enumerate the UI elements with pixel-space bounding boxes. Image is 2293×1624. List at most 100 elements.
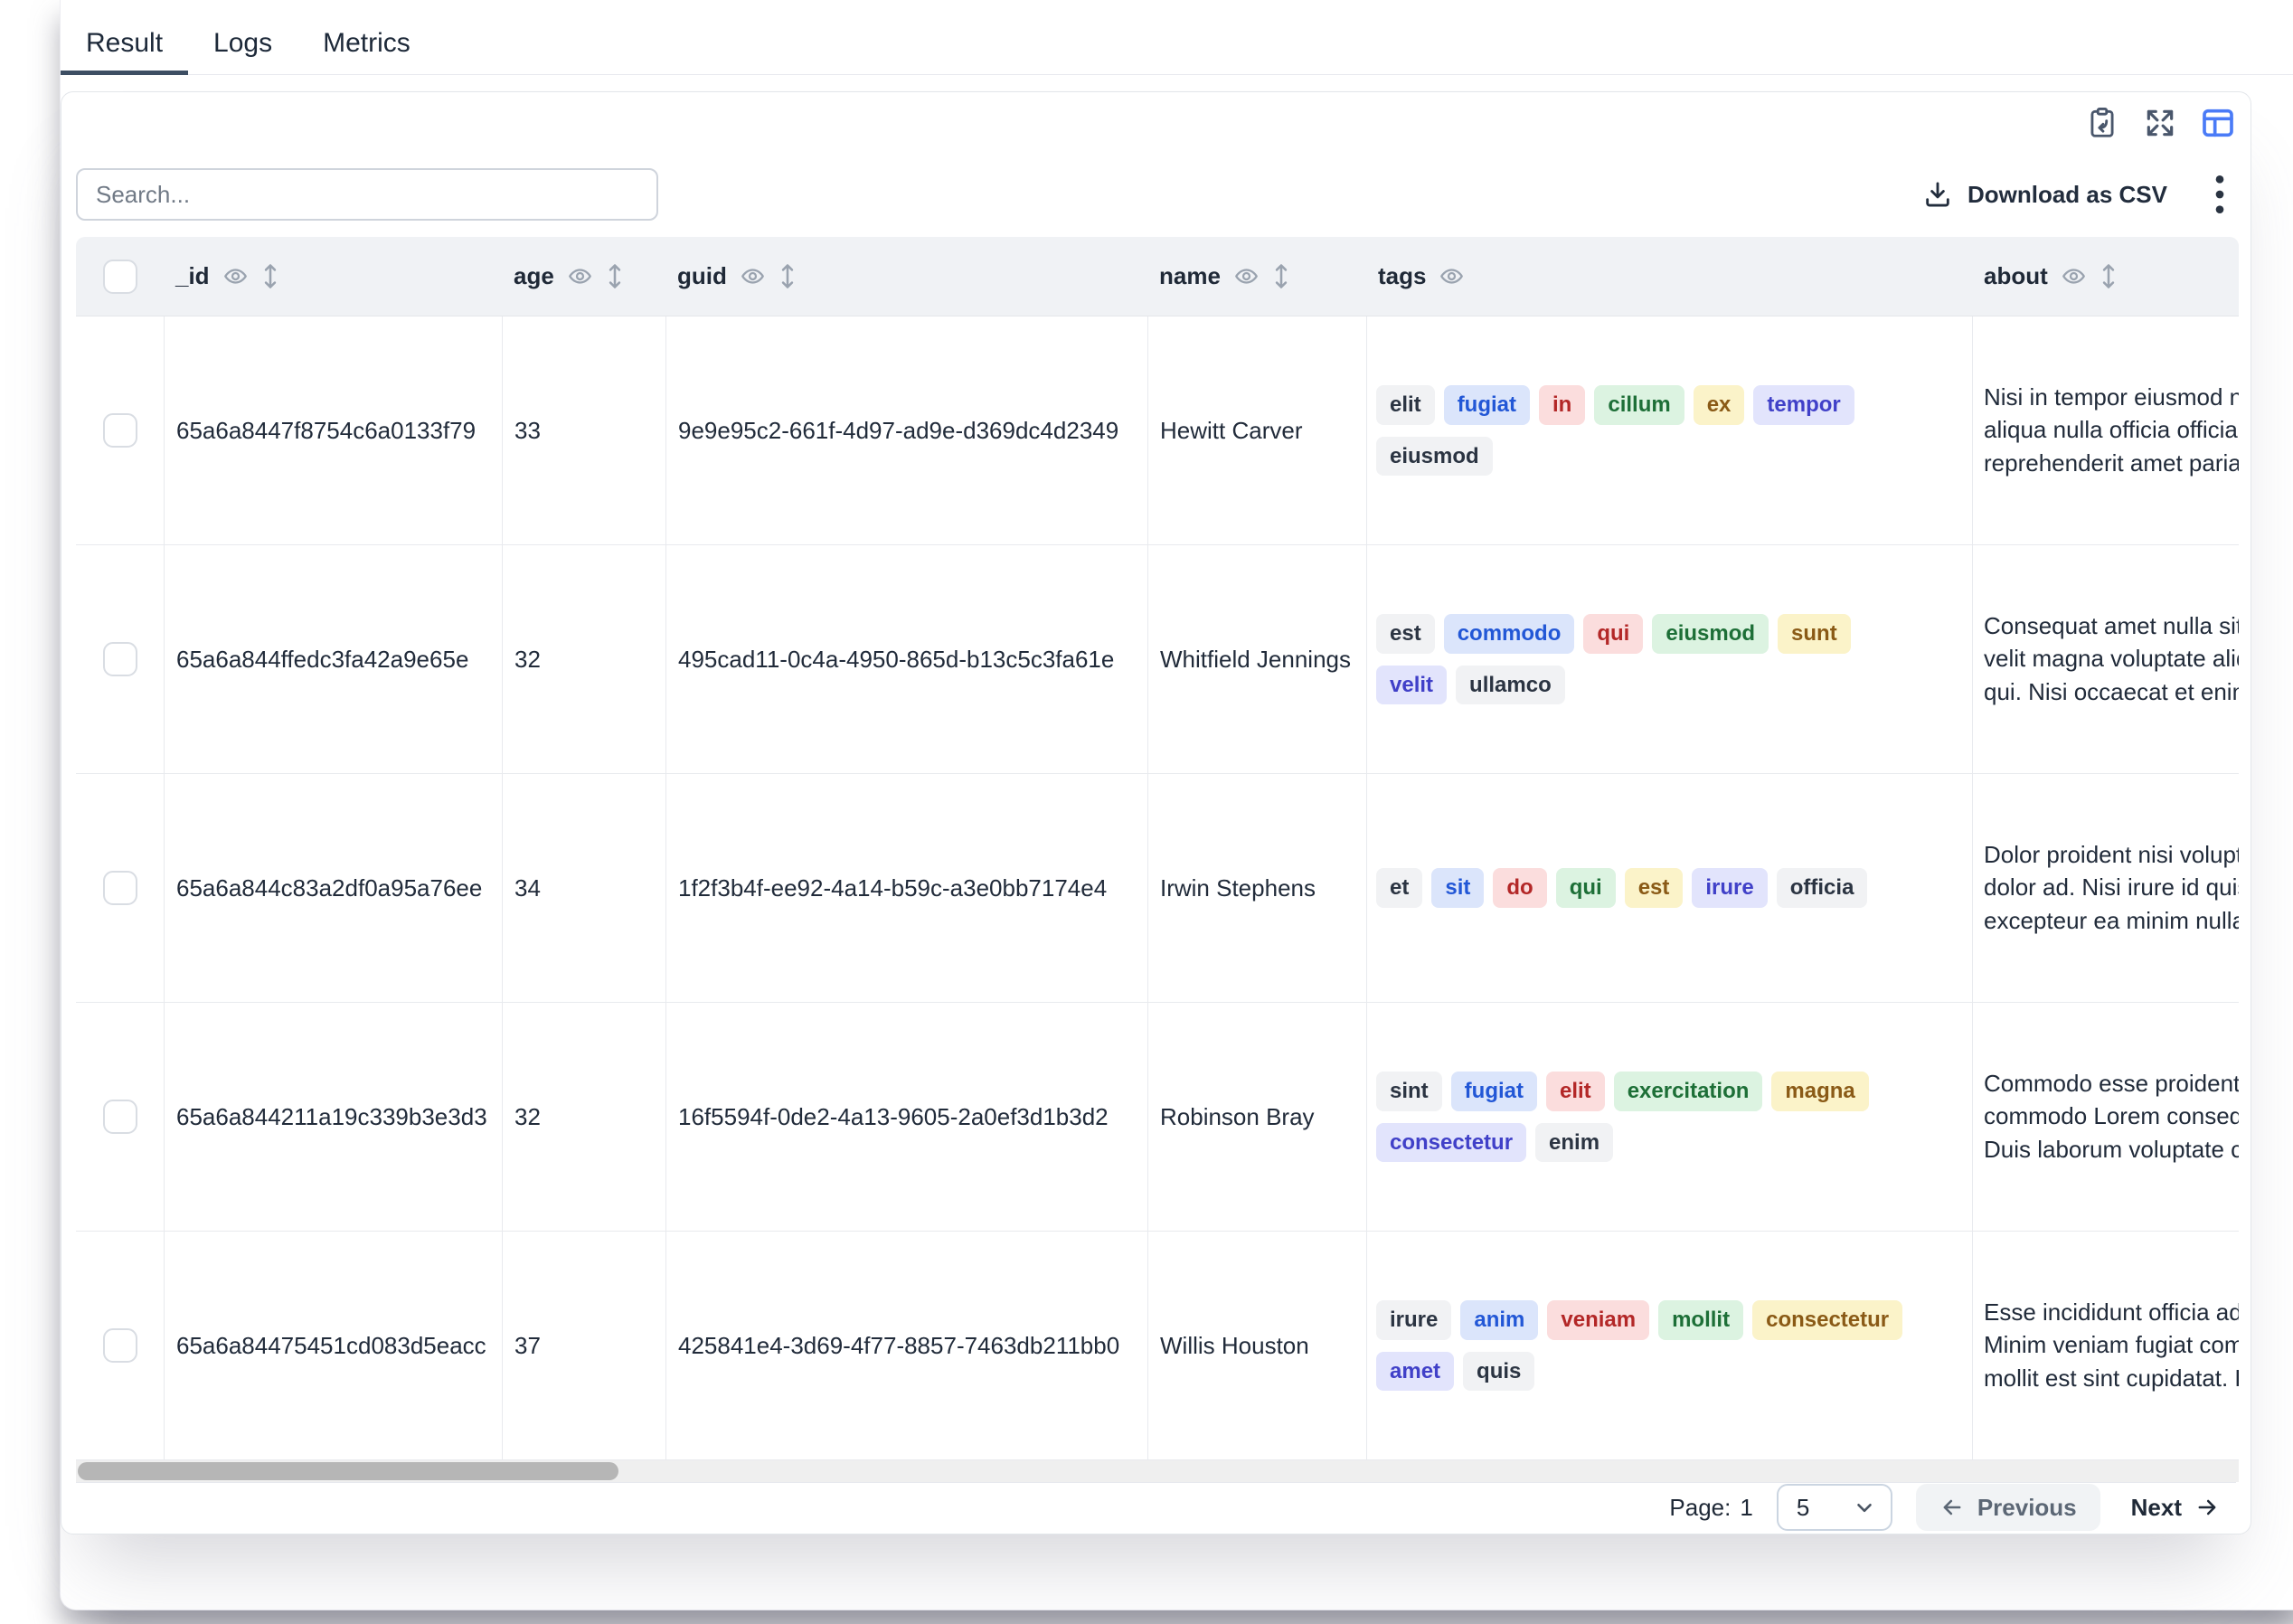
download-icon <box>1922 179 1953 210</box>
sort-icon[interactable] <box>778 262 797 290</box>
cell-value-age: 33 <box>514 417 541 445</box>
row-checkbox[interactable] <box>103 642 137 676</box>
tag-pill: velit <box>1376 666 1447 705</box>
tag-pill: sunt <box>1778 614 1851 654</box>
page-number: 1 <box>1740 1494 1752 1522</box>
cell-_id: 65a6a84475451cd083d5eacc <box>165 1232 503 1459</box>
tag-pill: fugiat <box>1444 385 1530 425</box>
tag-pill: commodo <box>1444 614 1575 654</box>
table-header-row: _idageguidnametagsabout <box>76 237 2239 316</box>
about-text-line: velit magna voluptate aliqu <box>1984 645 2239 673</box>
pagination-bar: Page: 1 5 Previous Next <box>76 1482 2236 1532</box>
table-row: 65a6a844ffedc3fa42a9e65e32495cad11-0c4a-… <box>76 545 2239 774</box>
copy-response-icon[interactable] <box>2084 105 2120 141</box>
sort-icon[interactable] <box>606 262 624 290</box>
visibility-eye-icon[interactable] <box>1234 264 1259 288</box>
tag-pill: ex <box>1694 385 1745 425</box>
header-cell-tags: tags <box>1367 237 1973 316</box>
cell-value-guid: 16f5594f-0de2-4a13-9605-2a0ef3d1b3d2 <box>678 1103 1109 1131</box>
tag-pill: exercitation <box>1614 1072 1763 1111</box>
page-size-select[interactable]: 5 <box>1777 1484 1892 1531</box>
about-text-line: Consequat amet nulla sit au <box>1984 612 2239 640</box>
cell-value-age: 32 <box>514 1103 541 1131</box>
cell-value-guid: 425841e4-3d69-4f77-8857-7463db211bb0 <box>678 1332 1119 1360</box>
cell-value-name: Hewitt Carver <box>1160 417 1302 445</box>
visibility-eye-icon[interactable] <box>2062 264 2086 288</box>
about-text-line: Duis laborum voluptate cor <box>1984 1136 2239 1164</box>
tag-line: consecteturenim <box>1376 1123 1613 1163</box>
column-label-name: name <box>1159 262 1221 290</box>
result-table: _idageguidnametagsabout 65a6a8447f8754c6… <box>76 237 2239 1460</box>
next-page-button[interactable]: Next <box>2124 1494 2227 1522</box>
tag-line: elitfugiatincillumextempor <box>1376 385 1854 425</box>
cell-select <box>76 774 165 1002</box>
tag-pill: sint <box>1376 1072 1442 1111</box>
search-input[interactable] <box>76 168 658 221</box>
header-cell-_id: _id <box>165 237 503 316</box>
tag-pill: eiusmod <box>1652 614 1769 654</box>
previous-label: Previous <box>1977 1494 2077 1522</box>
cell-age: 37 <box>503 1232 666 1459</box>
tag-pill: enim <box>1535 1123 1613 1163</box>
cell-select <box>76 316 165 544</box>
tab-result[interactable]: Result <box>61 0 188 75</box>
tag-pill: amet <box>1376 1352 1454 1392</box>
cell-_id: 65a6a844c83a2df0a95a76ee <box>165 774 503 1002</box>
cell-value-age: 32 <box>514 646 541 674</box>
about-text-line: Dolor proident nisi voluptat <box>1984 841 2239 869</box>
visibility-eye-icon[interactable] <box>1439 264 1464 288</box>
cell-name: Willis Houston <box>1148 1232 1367 1459</box>
cell-value-name: Robinson Bray <box>1160 1103 1315 1131</box>
cell-about: Dolor proident nisi voluptatdolor ad. Ni… <box>1973 774 2239 1002</box>
cell-age: 33 <box>503 316 666 544</box>
page-indicator: Page: 1 <box>1669 1494 1752 1522</box>
row-checkbox[interactable] <box>103 1328 137 1363</box>
table-view-icon[interactable] <box>2200 105 2236 141</box>
row-checkbox[interactable] <box>103 413 137 448</box>
visibility-eye-icon[interactable] <box>568 264 592 288</box>
download-csv-button[interactable]: Download as CSV <box>1922 179 2167 210</box>
tag-pill: consectetur <box>1752 1300 1902 1340</box>
cell-value-age: 37 <box>514 1332 541 1360</box>
horizontal-scrollbar-thumb[interactable] <box>78 1462 618 1480</box>
column-label-guid: guid <box>677 262 727 290</box>
row-checkbox[interactable] <box>103 1100 137 1134</box>
next-label: Next <box>2131 1494 2182 1522</box>
tag-line: eiusmod <box>1376 437 1493 477</box>
about-text-line: excepteur ea minim nulla u <box>1984 907 2239 935</box>
table-toolbar: Download as CSV <box>76 168 2236 221</box>
visibility-eye-icon[interactable] <box>741 264 765 288</box>
tag-pill: qui <box>1556 868 1616 908</box>
about-text-line: Commodo esse proident ex <box>1984 1070 2239 1098</box>
tab-metrics[interactable]: Metrics <box>297 0 436 75</box>
visibility-eye-icon[interactable] <box>223 264 248 288</box>
tag-line: irureanimveniammollitconsectetur <box>1376 1300 1902 1340</box>
cell-value-guid: 1f2f3b4f-ee92-4a14-b59c-a3e0bb7174e4 <box>678 874 1107 902</box>
page-label: Page: <box>1669 1494 1731 1522</box>
more-options-kebab-icon[interactable] <box>2203 175 2236 214</box>
horizontal-scrollbar[interactable] <box>76 1460 2239 1482</box>
tab-bar: Result Logs Metrics <box>61 0 2293 75</box>
sort-icon[interactable] <box>261 262 279 290</box>
about-text-line: aliqua nulla officia officia. A <box>1984 416 2239 444</box>
tag-pill: magna <box>1771 1072 1868 1111</box>
tag-pill: fugiat <box>1451 1072 1537 1111</box>
row-checkbox[interactable] <box>103 871 137 905</box>
header-cell-select-all <box>76 237 165 316</box>
tag-pill: anim <box>1460 1300 1538 1340</box>
previous-page-button[interactable]: Previous <box>1916 1484 2100 1531</box>
select-all-checkbox[interactable] <box>103 260 137 294</box>
download-csv-label: Download as CSV <box>1967 181 2167 209</box>
cell-_id: 65a6a844211a19c339b3e3d3 <box>165 1003 503 1231</box>
tag-pill: elit <box>1546 1072 1605 1111</box>
cell-name: Hewitt Carver <box>1148 316 1367 544</box>
cell-select <box>76 1003 165 1231</box>
sort-icon[interactable] <box>1272 262 1290 290</box>
sort-icon[interactable] <box>2100 262 2118 290</box>
tab-logs[interactable]: Logs <box>188 0 297 75</box>
about-text-line: mollit est sint cupidatat. De <box>1984 1364 2239 1393</box>
fullscreen-icon[interactable] <box>2142 105 2178 141</box>
cell-name: Robinson Bray <box>1148 1003 1367 1231</box>
header-cell-guid: guid <box>666 237 1148 316</box>
chevron-down-icon <box>1853 1496 1876 1519</box>
